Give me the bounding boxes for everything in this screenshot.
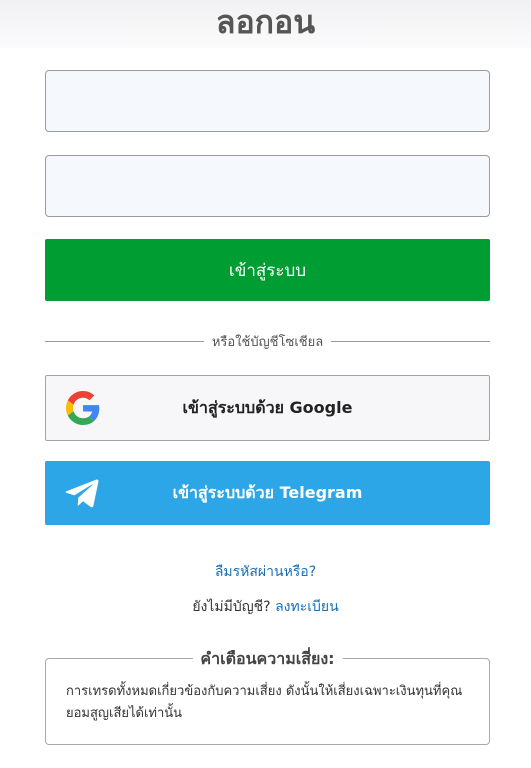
- divider-line-left: [45, 340, 204, 342]
- social-divider: หรือใช้บัญชีโซเชียล: [45, 331, 490, 351]
- telegram-icon: [65, 476, 99, 510]
- register-link[interactable]: ลงทะเบียน: [275, 599, 339, 615]
- google-login-button[interactable]: เข้าสู่ระบบด้วย Google: [45, 375, 490, 441]
- risk-warning-title: คำเตือนความเสี่ยง:: [192, 647, 343, 672]
- divider-text: หรือใช้บัญชีโซเชียล: [211, 334, 324, 350]
- signup-row: ยังไม่มีบัญชี? ลงทะเบียน: [0, 596, 531, 618]
- google-icon: [66, 391, 100, 425]
- divider-line-right: [331, 340, 490, 342]
- risk-warning-box: คำเตือนความเสี่ยง: การเทรดทั้งหมดเกี่ยวข…: [45, 647, 490, 745]
- page-title: ลอกอน: [215, 3, 316, 41]
- forgot-password-link[interactable]: ลืมรหัสผ่านหรือ?: [0, 561, 531, 583]
- telegram-button-label: เข้าสู่ระบบด้วย Telegram: [172, 482, 363, 502]
- login-button[interactable]: เข้าสู่ระบบ: [45, 239, 490, 301]
- telegram-login-button[interactable]: เข้าสู่ระบบด้วย Telegram: [45, 461, 490, 525]
- password-field[interactable]: [45, 155, 490, 217]
- google-button-label: เข้าสู่ระบบด้วย Google: [182, 397, 353, 417]
- email-field[interactable]: [45, 70, 490, 132]
- no-account-text: ยังไม่มีบัญชี?: [192, 599, 271, 615]
- risk-warning-text: การเทรดทั้งหมดเกี่ยวข้องกับความเสี่ยง ดั…: [66, 684, 463, 721]
